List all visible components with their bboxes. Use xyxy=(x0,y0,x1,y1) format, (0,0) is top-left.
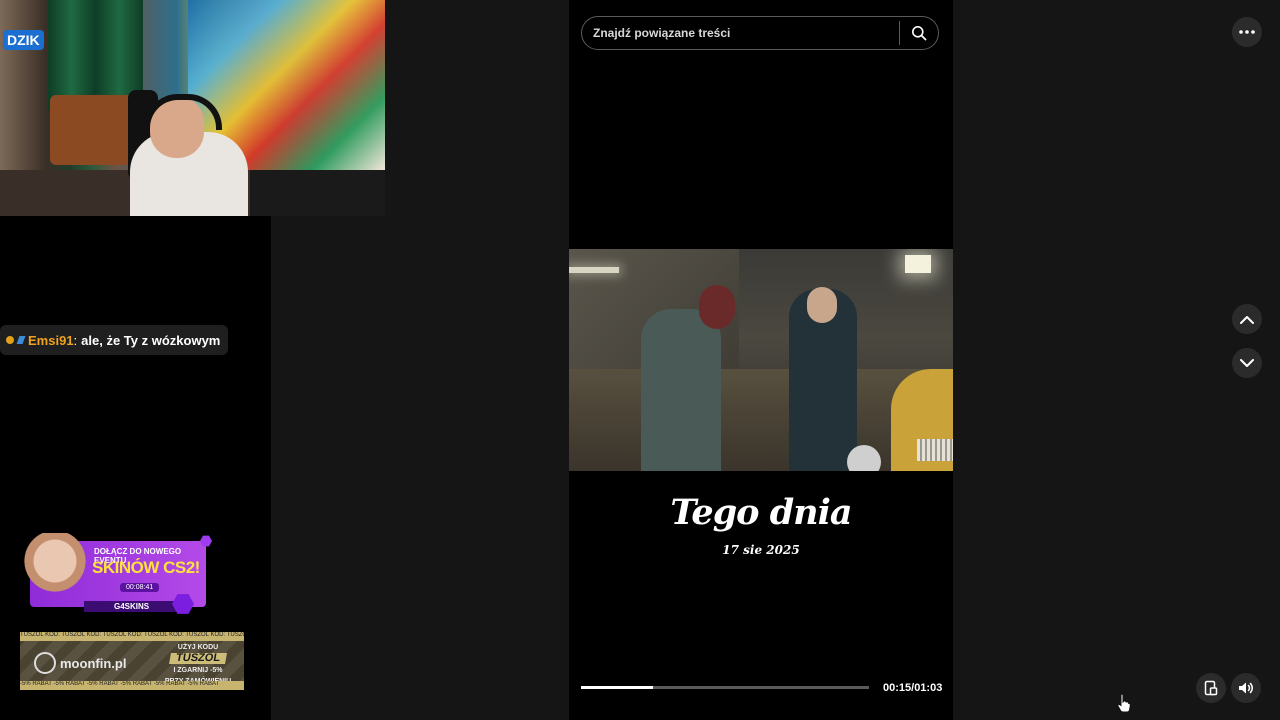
related-search-bar xyxy=(581,16,939,50)
search-input[interactable] xyxy=(582,16,899,50)
search-button[interactable] xyxy=(900,17,938,49)
next-video-button[interactable] xyxy=(1232,348,1262,378)
bits-badge-icon xyxy=(16,336,26,344)
chat-message: Emsi91: ale, że Ty z wózkowym xyxy=(0,325,229,355)
webcam-desk xyxy=(250,170,385,216)
video-frame xyxy=(569,249,953,471)
promo-face xyxy=(24,533,86,613)
sponsor-logo: moonfin.pl xyxy=(34,652,126,674)
picture-in-picture-icon xyxy=(1204,680,1218,696)
sponsor-ticker-top: TUSZOL KOD: TUSZOL KOD: TUSZOL KOD: TUSZ… xyxy=(20,632,244,641)
sponsor-banner: TUSZOL KOD: TUSZOL KOD: TUSZOL KOD: TUSZ… xyxy=(20,632,244,690)
sponsor-discount: I ZGARNIJ -5% xyxy=(173,667,223,674)
promo-banner: DOŁĄCZ DO NOWEGO EVENTU SKINÓW CS2! 00:0… xyxy=(24,533,214,615)
webcam-feed: DZIK xyxy=(0,0,385,216)
chat-text: ale, że Ty z wózkowym xyxy=(81,332,221,348)
scene-wheel xyxy=(847,445,881,471)
more-icon xyxy=(1239,30,1255,34)
promo-line2: SKINÓW CS2! xyxy=(92,558,200,577)
volume-button[interactable] xyxy=(1231,673,1261,703)
webcam-logo: DZIK xyxy=(3,30,44,50)
time-display: 00:15/01:03 xyxy=(883,682,943,694)
video-date: 17 sie 2025 xyxy=(722,543,800,557)
video-player[interactable]: Tego dnia 17 sie 2025 00:15/01:03 xyxy=(569,0,953,720)
sponsor-brand: moonfin.pl xyxy=(60,655,127,671)
more-options-button[interactable] xyxy=(1232,17,1262,47)
scene-person-left-head xyxy=(699,285,735,329)
promo-brand: G4SKINS xyxy=(84,601,180,612)
moonfin-logo-icon xyxy=(34,652,56,674)
sponsor-code: TUSZOL xyxy=(169,652,227,664)
sponsor-ticker-bottom: -5% RABAT -5% RABAT -5% RABAT -5% RABAT … xyxy=(20,681,244,690)
volume-icon xyxy=(1239,682,1253,694)
chat-username: Emsi91 xyxy=(28,332,74,348)
picture-in-picture-button[interactable] xyxy=(1196,673,1226,703)
scene-light xyxy=(905,255,931,273)
search-icon xyxy=(912,26,927,41)
promo-timer: 00:08:41 xyxy=(120,583,160,592)
scene-car xyxy=(891,369,953,471)
chevron-up-icon xyxy=(1240,315,1254,324)
previous-video-button[interactable] xyxy=(1232,304,1262,334)
hand-cursor-icon xyxy=(1117,693,1131,713)
chevron-down-icon xyxy=(1240,358,1254,367)
chat-separator: : xyxy=(73,332,78,348)
scene-person-left xyxy=(641,309,721,471)
progress-bar[interactable] xyxy=(581,686,869,689)
video-title: Tego dnia xyxy=(670,492,852,533)
scene-person-right-head xyxy=(807,287,837,323)
progress-fill xyxy=(581,686,653,689)
sub-badge-icon xyxy=(6,336,14,344)
scene-car-grill xyxy=(917,439,953,461)
scene-light-left xyxy=(569,267,619,273)
